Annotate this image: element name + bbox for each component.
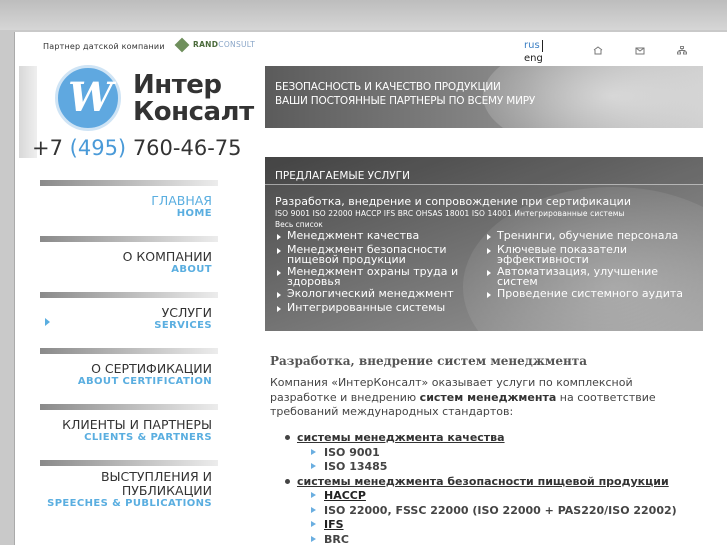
top-banner: БЕЗОПАСНОСТЬ И КАЧЕСТВО ПРОДУКЦИИ ВАШИ П… [265, 66, 703, 128]
service-item[interactable]: Проведение системного аудита [485, 288, 695, 301]
home-icon[interactable] [593, 46, 603, 55]
lang-eng-link[interactable]: eng [524, 53, 543, 64]
service-item[interactable]: Ключевые показатели эффективности [485, 244, 695, 265]
list-subitem[interactable]: ISO 9001 [283, 446, 703, 461]
phone-number: +7 (495) 760-46-75 [32, 136, 242, 160]
list-item-quality[interactable]: системы менеджмента качества [283, 431, 703, 446]
menu-item-about[interactable]: О КОМПАНИИ ABOUT [40, 242, 218, 292]
top-band [0, 0, 727, 30]
service-item[interactable]: Автоматизация, улучшение систем [485, 266, 695, 287]
service-item[interactable]: Менеджмент безопасности пищевой продукци… [275, 244, 485, 265]
services-title: ПРЕДЛАГАЕМЫЕ УСЛУГИ [265, 157, 703, 185]
services-list-right: Тренинги, обучение персонала Ключевые по… [485, 230, 695, 303]
list-subitem[interactable]: ISO 22000, FSSC 22000 (ISO 22000 + PAS22… [283, 504, 703, 519]
services-subtitle: Разработка, внедрение и сопровождение пр… [275, 195, 631, 208]
list-subitem[interactable]: IFS [283, 518, 703, 533]
arrow-icon [311, 492, 316, 498]
services-list-left: Менеджмент качества Менеджмент безопасно… [275, 230, 485, 317]
services-standards[interactable]: ISO 9001 ISO 22000 HACCP IFS BRC OHSAS 1… [275, 209, 625, 218]
arrow-icon [311, 521, 316, 527]
list-subitem[interactable]: ISO 13485 [283, 460, 703, 475]
services-all-link[interactable]: Весь список [275, 220, 323, 229]
partner-text: Партнер датской компании [43, 42, 165, 51]
service-item[interactable]: Интегрированные системы [275, 302, 485, 315]
service-item[interactable]: Экологический менеджмент [275, 288, 485, 301]
menu-arrow-icon [45, 318, 50, 326]
menu-item-services[interactable]: УСЛУГИ SERVICES [40, 298, 218, 348]
rand-diamond-icon [174, 37, 190, 53]
arrow-icon [277, 292, 281, 298]
lang-rus-link[interactable]: rus [524, 40, 543, 52]
arrow-icon [487, 270, 491, 276]
service-item[interactable]: Тренинги, обучение персонала [485, 230, 695, 243]
services-panel: ПРЕДЛАГАЕМЫЕ УСЛУГИ Разработка, внедрени… [265, 157, 703, 331]
arrow-icon [311, 506, 316, 513]
sitemap-icon[interactable] [677, 46, 687, 55]
service-item[interactable]: Менеджмент качества [275, 230, 485, 243]
arrow-icon [311, 448, 316, 455]
arrow-icon [487, 292, 491, 298]
list-subitem[interactable]: BRC [283, 533, 703, 545]
page: Партнер датской компании RANDCONSULT rus… [14, 32, 727, 545]
arrow-icon [311, 463, 316, 469]
list-item-food-safety[interactable]: системы менеджмента безопасности пищевой… [283, 475, 703, 490]
list-subitem[interactable]: HACCP [283, 489, 703, 504]
menu-item-speeches[interactable]: ВЫСТУПЛЕНИЯ И ПУБЛИКАЦИИ SPEECHES & PUBL… [40, 466, 218, 516]
banner-line1: БЕЗОПАСНОСТЬ И КАЧЕСТВО ПРОДУКЦИИ [275, 81, 501, 93]
arrow-icon [277, 306, 281, 312]
standards-list: системы менеджмента качества ISO 9001 IS… [283, 431, 703, 545]
rand-consult-logo[interactable]: RANDCONSULT [174, 37, 275, 53]
bullet-icon [285, 435, 290, 440]
arrow-icon [277, 270, 281, 276]
arrow-icon [487, 248, 491, 254]
banner-line2: ВАШИ ПОСТОЯННЫЕ ПАРТНЕРЫ ПО ВСЕМУ МИРУ [275, 95, 536, 107]
arrow-icon [487, 234, 491, 240]
arrow-icon [311, 535, 316, 542]
menu-item-certification[interactable]: О СЕРТИФИКАЦИИ ABOUT CERTIFICATION [40, 354, 218, 404]
company-name-line2: Консалт [133, 97, 254, 127]
rand-logo-text: RANDCONSULT [193, 40, 256, 49]
arrow-icon [277, 248, 281, 254]
company-logo-icon[interactable]: W [55, 65, 121, 131]
menu-item-home[interactable]: ГЛАВНАЯ HOME [40, 186, 218, 236]
main-heading: Разработка, внедрение систем менеджмента [270, 354, 587, 368]
menu-item-clients[interactable]: КЛИЕНТЫ И ПАРТНЕРЫ CLIENTS & PARTNERS [40, 410, 218, 460]
mail-icon[interactable] [635, 46, 645, 55]
service-item[interactable]: Менеджмент охраны труда и здоровья [275, 266, 485, 287]
bullet-icon [285, 478, 290, 484]
main-paragraph: Компания «ИнтерКонсалт» оказывает услуги… [270, 376, 656, 418]
arrow-icon [277, 234, 281, 240]
company-name-line1: Интер [133, 70, 222, 100]
main-menu: ГЛАВНАЯ HOME О КОМПАНИИ ABOUT УСЛУГИ SER… [40, 180, 218, 516]
